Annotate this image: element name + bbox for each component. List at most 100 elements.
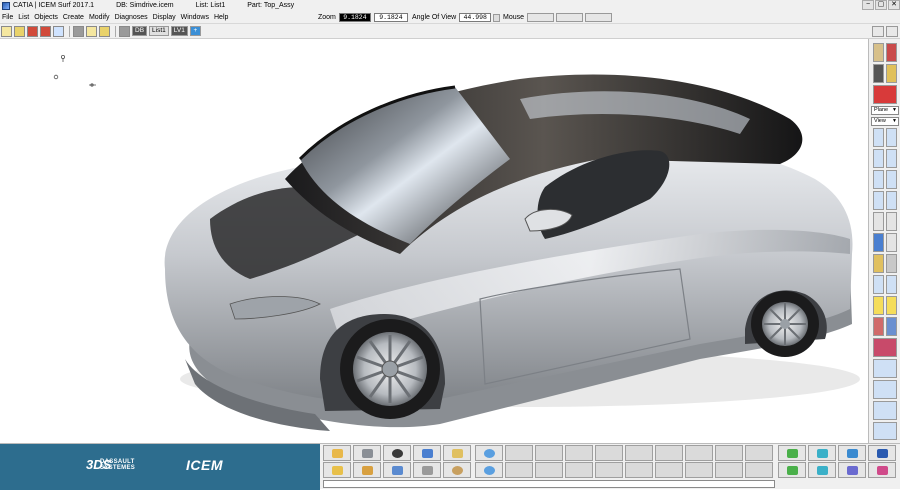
empty-slot[interactable] [565,462,593,478]
save-as-icon[interactable] [40,25,51,37]
paint-tool-icon[interactable] [886,43,897,62]
smiley-icon[interactable] [873,296,884,315]
menu-modify[interactable]: Modify [89,14,110,21]
db-tag[interactable]: DB [132,26,148,36]
folder-button[interactable] [323,462,351,478]
empty-slot[interactable] [595,462,623,478]
group-button[interactable] [413,445,441,461]
empty-slot[interactable] [565,445,593,461]
print-icon[interactable] [53,25,64,37]
grid-axis-icon[interactable] [873,401,897,420]
measure-tool-icon[interactable] [873,191,884,210]
frame-tool-icon[interactable] [886,317,897,336]
new-file-icon[interactable] [1,25,12,37]
lamp-icon[interactable] [873,254,884,273]
arc-tool-icon[interactable] [873,380,897,399]
red-sphere-icon[interactable] [873,85,897,104]
empty-slot[interactable] [655,462,683,478]
measure-tool-2-icon[interactable] [886,191,897,210]
empty-slot[interactable] [745,462,773,478]
curve-tool-icon[interactable] [873,128,884,147]
pen-tool-icon[interactable] [873,212,884,231]
empty-slot[interactable] [625,462,653,478]
blend-icon[interactable] [838,445,866,461]
empty-slot[interactable] [715,462,743,478]
empty-slot[interactable] [535,462,563,478]
empty-slot[interactable] [595,445,623,461]
empty-slot[interactable] [655,445,683,461]
menu-display[interactable]: Display [153,14,176,21]
surface-cyan-2-icon[interactable] [808,462,836,478]
menu-help[interactable]: Help [214,14,228,21]
screen-tool-icon[interactable] [873,338,897,357]
ym-icon[interactable] [868,445,896,461]
empty-slot[interactable] [535,445,563,461]
plane-select[interactable]: Plane [871,106,899,115]
brush-icon[interactable] [886,64,897,83]
view-eye-button[interactable] [383,445,411,461]
open-folder-icon[interactable] [14,25,25,37]
command-input[interactable] [323,480,775,488]
angle-reset-icon[interactable] [493,13,501,22]
zoom-out-icon[interactable] [886,275,897,294]
menu-file[interactable]: File [2,14,13,21]
blue-brush-icon[interactable] [873,233,884,252]
surface-tool-2-icon[interactable] [886,149,897,168]
points-icon[interactable] [838,462,866,478]
empty-slot[interactable] [685,445,713,461]
menu-objects[interactable]: Objects [34,14,58,21]
shade-tool-icon[interactable] [873,43,884,62]
add-list-button[interactable]: + [189,26,201,36]
minimize-button[interactable]: − [862,0,874,10]
empty-slot[interactable] [505,445,533,461]
layer-tool-icon[interactable] [873,317,884,336]
axis-tool-2-icon[interactable] [886,170,897,189]
grid-icon[interactable] [73,25,84,37]
view-select[interactable]: View [871,117,899,126]
empty-slot[interactable] [685,462,713,478]
empty-slot[interactable] [715,445,743,461]
sphere-button[interactable] [443,462,471,478]
list-tag[interactable]: List1 [149,26,169,36]
zoom-value[interactable]: 9.1824 [338,13,371,22]
menu-create[interactable]: Create [63,14,84,21]
car-3d-model[interactable] [0,39,868,443]
empty-slot[interactable] [505,462,533,478]
cube-icon[interactable] [873,64,884,83]
curve-tool-2-icon[interactable] [886,128,897,147]
menu-windows[interactable]: Windows [181,14,209,21]
menu-diagnoses[interactable]: Diagnoses [115,14,148,21]
transform-button[interactable] [353,462,381,478]
probe-tool-icon[interactable] [873,359,897,378]
snowflake-2-button[interactable] [475,462,503,478]
surface-tool-icon[interactable] [873,149,884,168]
surface-green-icon[interactable] [778,445,806,461]
toolbar-expand-icon[interactable] [886,26,898,37]
snowflake-button[interactable] [475,445,503,461]
arrow-tool-icon[interactable] [886,212,897,231]
layer-icon[interactable] [119,25,130,37]
cylinder-icon[interactable] [886,254,897,273]
copy-objects-button[interactable] [353,445,381,461]
axis-tool-icon[interactable] [873,170,884,189]
zoom-value-secondary[interactable]: 9.1824 [373,13,408,22]
surface-cyan-icon[interactable] [808,445,836,461]
curve-button[interactable] [383,462,411,478]
corner-axis-icon[interactable] [873,422,897,440]
face-icon[interactable] [886,296,897,315]
import-button[interactable] [323,445,351,461]
delete-button[interactable] [413,462,441,478]
section-icon[interactable] [868,462,896,478]
save-icon[interactable] [27,25,38,37]
zoom-in-icon[interactable] [873,275,884,294]
menu-list[interactable]: List [18,14,29,21]
edit-button[interactable] [443,445,471,461]
angle-value[interactable]: 44.998 [459,13,492,22]
close-button[interactable]: ✕ [888,0,900,10]
surface-green-2-icon[interactable] [778,462,806,478]
empty-slot[interactable] [625,445,653,461]
select-tool-icon[interactable] [886,233,897,252]
paste-icon[interactable] [99,25,110,37]
restore-button[interactable]: ▢ [875,0,887,10]
3d-viewport[interactable] [0,39,868,443]
